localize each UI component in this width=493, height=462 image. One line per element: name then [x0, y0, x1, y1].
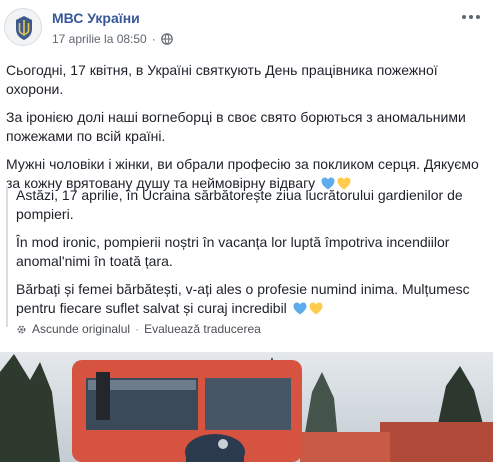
- hide-original-link[interactable]: Ascunde originalul: [32, 322, 130, 336]
- more-options-icon[interactable]: [461, 10, 481, 24]
- translation-paragraph: În mod ironic, pompierii noștri în vacan…: [16, 234, 450, 269]
- post-header: МВС України 17 aprilie la 08:50 ·: [0, 0, 493, 52]
- controls-separator: ·: [135, 322, 140, 336]
- gear-icon[interactable]: [16, 324, 27, 335]
- translation-paragraph: Astăzi, 17 aprilie, în Ucraina sărbătore…: [16, 187, 463, 222]
- coat-of-arms-icon: [5, 9, 41, 45]
- translation-paragraph: Bărbați și femei bărbătești, v-ați ales …: [16, 280, 486, 318]
- post-text: Сьогодні, 17 квітня, в Україні святкують…: [6, 61, 486, 202]
- translation-paragraph-text: Bărbați și femei bărbătești, v-ați ales …: [16, 281, 470, 316]
- blue-heart-icon: [293, 302, 307, 315]
- firefighter-photo: [0, 352, 493, 462]
- page-name-link[interactable]: МВС України: [52, 10, 140, 26]
- facebook-post: МВС України 17 aprilie la 08:50 · Сьогод…: [0, 0, 493, 462]
- post-paragraph: За іронією долі наші вогneборці в своє с…: [6, 109, 466, 144]
- post-paragraph: Сьогодні, 17 квітня, в Україні святкують…: [6, 62, 438, 97]
- post-photo[interactable]: [0, 352, 493, 462]
- rate-translation-link[interactable]: Evaluează traducerea: [144, 322, 261, 336]
- meta-separator: ·: [151, 32, 156, 46]
- translation-block: Astăzi, 17 aprilie, în Ucraina sărbătore…: [6, 186, 486, 327]
- post-meta: 17 aprilie la 08:50 ·: [52, 32, 173, 46]
- page-avatar[interactable]: [4, 8, 42, 46]
- globe-icon[interactable]: [160, 33, 173, 45]
- post-timestamp[interactable]: 17 aprilie la 08:50: [52, 32, 147, 46]
- yellow-heart-icon: [309, 302, 323, 315]
- translation-controls: Ascunde originalul · Evaluează traducere…: [16, 322, 261, 336]
